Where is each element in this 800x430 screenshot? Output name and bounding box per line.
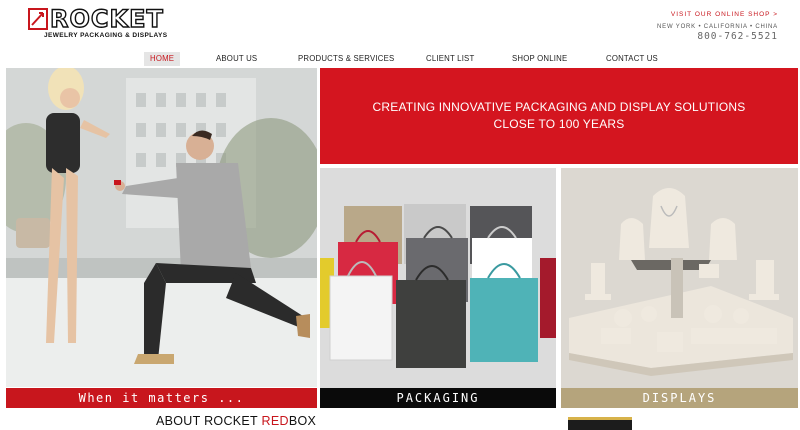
logo-wordmark: ROCKET <box>49 4 164 33</box>
hero-proposal-image[interactable] <box>6 68 317 387</box>
hero-caption[interactable]: When it matters ... <box>6 388 317 408</box>
shopping-bags-illustration <box>320 168 556 388</box>
nav-item-products-services[interactable]: PRODUCTS & SERVICES <box>298 52 394 66</box>
about-heading: ABOUT ROCKET REDBOX <box>156 414 316 428</box>
main-nav: HOME ABOUT US PRODUCTS & SERVICES CLIENT… <box>0 50 800 68</box>
jewelry-displays-illustration <box>561 168 798 388</box>
visit-online-shop-link[interactable]: VISIT OUR ONLINE SHOP > <box>671 11 778 18</box>
redbox-product-thumbnail[interactable] <box>568 417 632 430</box>
nav-item-about-us[interactable]: ABOUT US <box>216 52 257 66</box>
about-heading-prefix: ABOUT ROCKET <box>156 414 262 428</box>
packaging-label[interactable]: PACKAGING <box>320 388 556 408</box>
logo-subtitle: JEWELRY PACKAGING & DISPLAYS <box>44 32 168 39</box>
displays-tile-image[interactable] <box>561 168 798 388</box>
rocket-icon <box>28 8 48 30</box>
tagline-banner: CREATING INNOVATIVE PACKAGING AND DISPLA… <box>320 68 798 164</box>
proposal-illustration <box>6 68 317 387</box>
nav-item-shop-online[interactable]: SHOP ONLINE <box>512 52 567 66</box>
nav-item-contact-us[interactable]: CONTACT US <box>606 52 658 66</box>
nav-item-client-list[interactable]: CLIENT LIST <box>426 52 474 66</box>
site-header: ROCKET JEWELRY PACKAGING & DISPLAYS VISI… <box>0 0 800 50</box>
locations-text: NEW YORK • CALIFORNIA • CHINA <box>657 24 778 30</box>
phone-number[interactable]: 800-762-5521 <box>697 31 778 42</box>
packaging-tile-image[interactable] <box>320 168 556 388</box>
displays-label[interactable]: DISPLAYS <box>561 388 798 408</box>
nav-item-home[interactable]: HOME <box>144 52 181 66</box>
rocket-logo[interactable]: ROCKET JEWELRY PACKAGING & DISPLAYS <box>28 4 167 42</box>
tagline-text: CREATING INNOVATIVE PACKAGING AND DISPLA… <box>372 100 746 131</box>
about-heading-suffix: BOX <box>288 414 317 428</box>
about-heading-highlight: RED <box>261 414 289 428</box>
